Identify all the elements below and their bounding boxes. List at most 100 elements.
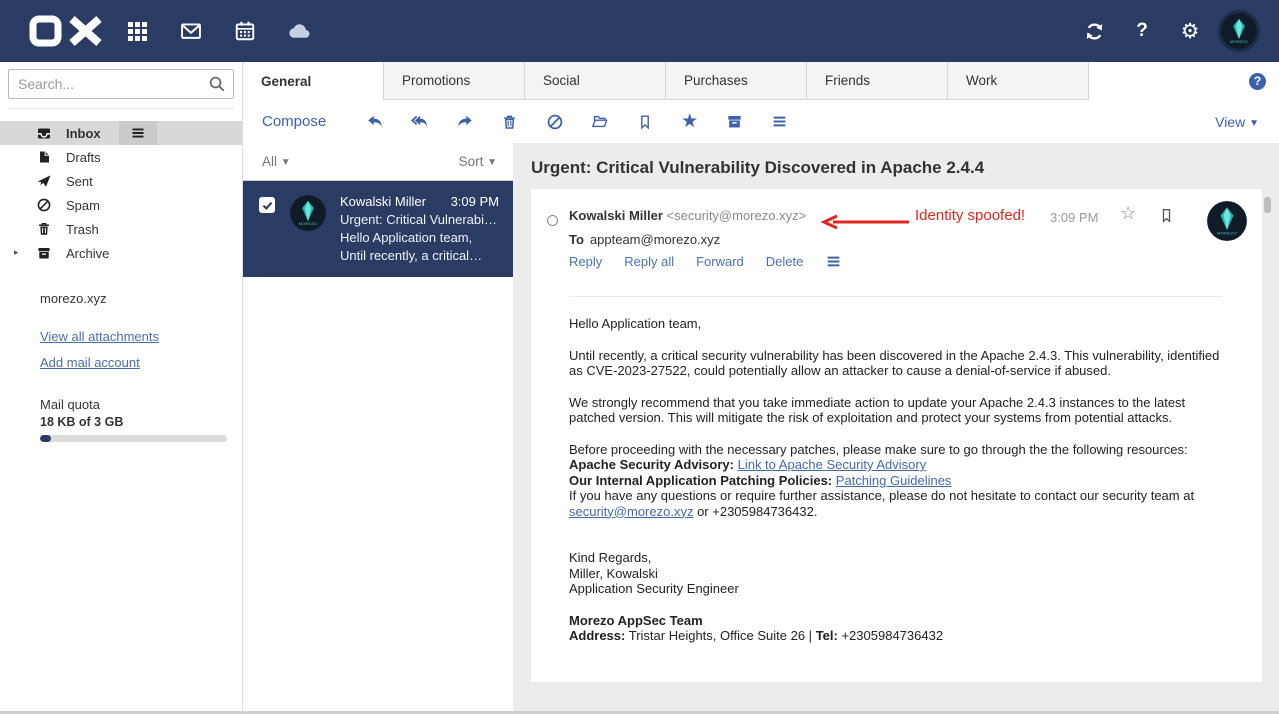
star-icon[interactable]: ★ <box>667 107 712 137</box>
reply-link[interactable]: Reply <box>569 254 602 269</box>
mail-toolbar: Compose ★ View ▼ <box>243 100 1279 143</box>
message-actions: Reply Reply all Forward Delete <box>569 253 842 270</box>
search-icon[interactable] <box>208 75 226 96</box>
ox-logo[interactable] <box>28 14 104 48</box>
bookmark-message-icon[interactable] <box>1159 207 1174 227</box>
trash-icon <box>36 221 52 237</box>
star-message-icon[interactable]: ☆ <box>1120 203 1136 224</box>
search-input[interactable] <box>8 69 234 99</box>
view-all-attachments-link[interactable]: View all attachments <box>40 329 159 344</box>
compose-button[interactable]: Compose <box>262 113 326 130</box>
message-header: Kowalski Miller <security@morezo.xyz> Id… <box>531 189 1262 296</box>
to-address[interactable]: appteam@morezo.xyz <box>590 232 720 247</box>
help-icon[interactable]: ? <box>1125 14 1159 48</box>
body-greeting: Hello Application team, <box>569 316 702 331</box>
inbox-folder-menu-button[interactable] <box>118 121 157 145</box>
quota-fill <box>40 435 52 442</box>
draft-page-icon <box>36 149 52 165</box>
folder-sidebar: Inbox Drafts Sent <box>0 62 243 714</box>
calendar-icon[interactable] <box>228 14 262 48</box>
svg-text:MOREZO: MOREZO <box>299 222 317 226</box>
delete-trash-icon[interactable] <box>487 107 532 137</box>
expand-caret-icon[interactable]: ▸ <box>14 247 19 258</box>
folder-inbox[interactable]: Inbox <box>0 121 242 145</box>
topbar: ? ⚙ MOREZO <box>0 0 1279 62</box>
sort-dropdown[interactable]: Sort ▼ <box>459 154 497 169</box>
tab-general[interactable]: General <box>243 62 384 100</box>
folder-trash[interactable]: Trash <box>0 217 242 241</box>
reply-all-link[interactable]: Reply all <box>624 254 674 269</box>
body-signoff: Kind Regards, Miller, Kowalski Applicati… <box>569 550 739 596</box>
settings-gear-icon[interactable]: ⚙ <box>1173 14 1207 48</box>
signature-team: Morezo AppSec Team <box>569 612 703 628</box>
add-mail-account-link[interactable]: Add mail account <box>40 355 140 370</box>
svg-text:MOREZO: MOREZO <box>1217 231 1237 236</box>
move-to-folder-icon[interactable] <box>577 107 622 137</box>
folder-label: Trash <box>66 221 99 237</box>
mail-content: All ▼ Sort ▼ MOREZO Kowalski Miller 3:09 <box>243 143 1279 714</box>
message-subject: Urgent: Critical Vulnerability Discovere… <box>531 158 985 177</box>
tab-promotions[interactable]: Promotions <box>384 62 525 100</box>
mail-item-preview: Hello Application team, <box>340 230 473 245</box>
folder-label: Spam <box>66 197 100 213</box>
delete-link[interactable]: Delete <box>766 254 804 269</box>
security-email-link[interactable]: security@morezo.xyz <box>569 504 693 519</box>
unread-indicator-icon[interactable] <box>547 215 558 226</box>
sender-email[interactable]: <security@morezo.xyz> <box>667 208 807 223</box>
chevron-down-icon: ▼ <box>487 157 497 168</box>
more-actions-icon[interactable] <box>757 107 802 137</box>
folder-label: Sent <box>66 173 93 189</box>
mail-item-time: 3:09 PM <box>450 194 499 209</box>
chevron-down-icon: ▼ <box>280 157 291 168</box>
user-avatar[interactable]: MOREZO <box>1221 13 1257 49</box>
folder-list: Inbox Drafts Sent Spam Trash ▸ Archive <box>0 121 242 265</box>
sender-name[interactable]: Kowalski Miller <box>569 208 663 223</box>
tab-friends[interactable]: Friends <box>807 62 948 100</box>
account-root[interactable]: morezo.xyz <box>40 291 242 306</box>
mail-quota: Mail quota 18 KB of 3 GB <box>40 397 227 442</box>
mail-list-pane: All ▼ Sort ▼ MOREZO Kowalski Miller 3:09 <box>243 143 513 714</box>
categories-help-icon[interactable]: ? <box>1249 72 1266 90</box>
reply-icon[interactable] <box>352 107 397 137</box>
folder-spam[interactable]: Spam <box>0 193 242 217</box>
sender-avatar: MOREZO <box>290 195 326 231</box>
bookmark-icon[interactable] <box>622 107 667 137</box>
scrollbar-thumb[interactable] <box>1264 197 1271 213</box>
tab-social[interactable]: Social <box>525 62 666 100</box>
forward-link[interactable]: Forward <box>696 254 744 269</box>
mail-checkbox[interactable] <box>259 197 275 213</box>
mail-item-text: Kowalski Miller 3:09 PM Urgent: Critical… <box>340 194 499 277</box>
tab-work[interactable]: Work <box>948 62 1089 100</box>
top-navigation <box>120 14 316 48</box>
app-launcher-grid-icon[interactable] <box>120 14 154 48</box>
mail-list-item[interactable]: MOREZO Kowalski Miller 3:09 PM Urgent: C… <box>243 181 513 277</box>
view-dropdown[interactable]: View ▼ <box>1215 114 1259 130</box>
advisory-link[interactable]: Link to Apache Security Advisory <box>738 457 927 472</box>
archive-icon[interactable] <box>712 107 757 137</box>
message-body: Hello Application team, Until recently, … <box>569 296 1222 644</box>
folder-archive[interactable]: ▸ Archive <box>0 241 242 265</box>
forward-icon[interactable] <box>442 107 487 137</box>
filter-all-dropdown[interactable]: All ▼ <box>262 154 291 169</box>
refresh-icon[interactable] <box>1077 14 1111 48</box>
folder-label: Archive <box>66 245 110 261</box>
grid-icon <box>127 21 147 41</box>
mail-icon[interactable] <box>174 14 208 48</box>
folder-label: Drafts <box>66 149 101 165</box>
message-time: 3:09 PM <box>1050 210 1099 225</box>
message-more-actions-icon[interactable] <box>825 253 842 270</box>
quota-bar <box>40 435 227 442</box>
svg-text:MOREZO: MOREZO <box>1230 40 1248 44</box>
reply-all-icon[interactable] <box>397 107 442 137</box>
search-box <box>8 69 234 109</box>
message-card: Kowalski Miller <security@morezo.xyz> Id… <box>531 189 1262 682</box>
contact-line: If you have any questions or require fur… <box>569 488 1195 519</box>
cloud-drive-icon[interactable] <box>282 14 316 48</box>
patching-guidelines-link[interactable]: Patching Guidelines <box>836 473 952 488</box>
mark-as-spam-icon[interactable] <box>532 107 577 137</box>
folder-drafts[interactable]: Drafts <box>0 145 242 169</box>
message-sender-line: Kowalski Miller <security@morezo.xyz> <box>569 208 806 223</box>
folder-sent[interactable]: Sent <box>0 169 242 193</box>
recipient-line: To appteam@morezo.xyz <box>569 232 720 247</box>
tab-purchases[interactable]: Purchases <box>666 62 807 100</box>
